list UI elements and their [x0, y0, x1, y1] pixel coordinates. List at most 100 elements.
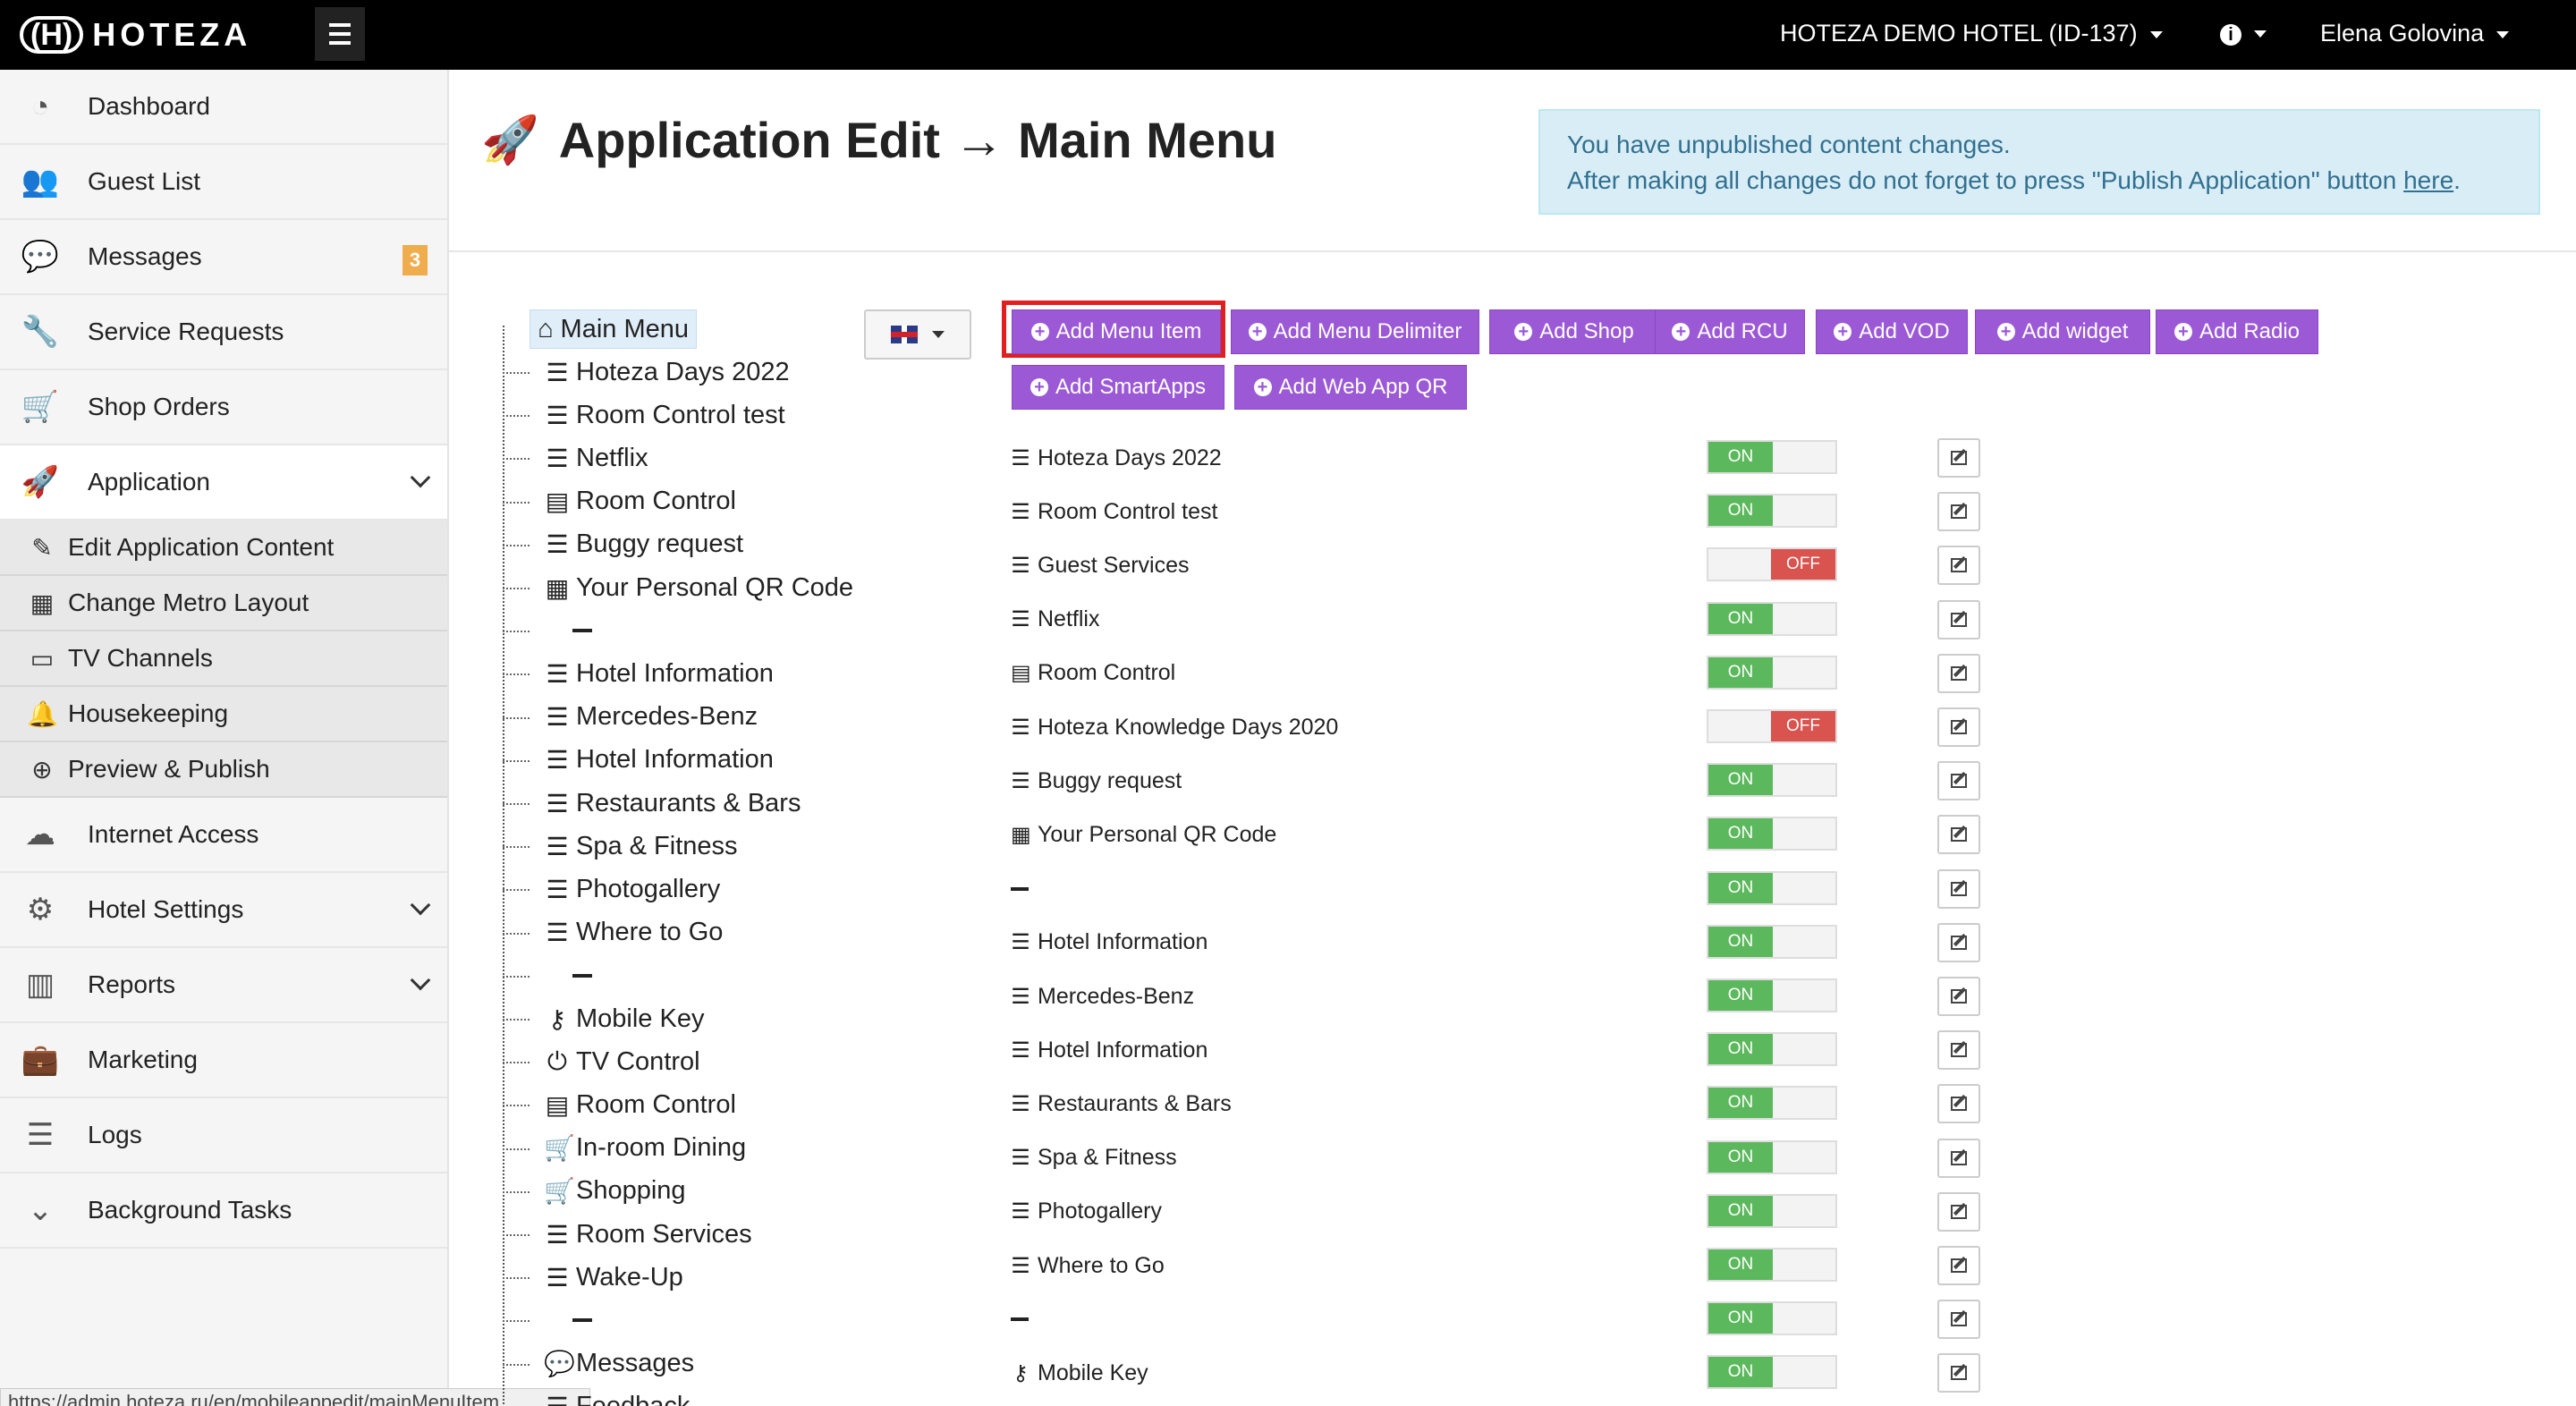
- sidebar-item-background-tasks[interactable]: ⌄ Background Tasks: [0, 1173, 447, 1249]
- visibility-toggle[interactable]: ON: [1707, 655, 1837, 690]
- tree-item[interactable]: ☰ Buggy request: [503, 527, 743, 563]
- sidebar-item-marketing[interactable]: 💼 Marketing: [0, 1023, 447, 1098]
- tree-item[interactable]: ☰ Wake-Up: [503, 1259, 683, 1295]
- visibility-toggle[interactable]: ON: [1707, 1032, 1837, 1067]
- tree-item[interactable]: ☰ Room Control test: [503, 397, 785, 433]
- tree-item[interactable]: ☰ Feedback: [544, 1389, 690, 1406]
- edit-item-button[interactable]: [1937, 1300, 1980, 1340]
- visibility-toggle[interactable]: ON: [1707, 924, 1837, 959]
- sidebar-subitem-tv-channels[interactable]: ▭ TV Channels: [0, 631, 447, 687]
- add-rcu-button[interactable]: + Add RCU: [1655, 309, 1805, 354]
- tree-item[interactable]: ☰ Mercedes-Benz: [503, 699, 758, 735]
- tree-delimiter[interactable]: [503, 613, 592, 648]
- add-web-app-qr-button[interactable]: + Add Web App QR: [1234, 365, 1467, 410]
- visibility-toggle[interactable]: ON: [1707, 978, 1837, 1012]
- edit-item-button[interactable]: [1937, 815, 1980, 855]
- tree-root-main-menu[interactable]: ⌂ Main Menu: [530, 309, 697, 349]
- edit-item-button[interactable]: [1937, 1191, 1980, 1232]
- visibility-toggle[interactable]: ON: [1707, 763, 1837, 798]
- edit-item-button[interactable]: [1937, 1084, 1980, 1124]
- edit-item-button[interactable]: [1937, 707, 1980, 747]
- add-vod-button[interactable]: + Add VOD: [1816, 309, 1968, 354]
- visibility-toggle[interactable]: ON: [1707, 1086, 1837, 1121]
- tree-item[interactable]: ☰ Netflix: [503, 440, 648, 476]
- edit-item-button[interactable]: [1937, 761, 1980, 801]
- add-menu-item-button[interactable]: + Add Menu Item: [1012, 309, 1221, 354]
- tree-item[interactable]: ☰ Hoteza Days 2022: [503, 354, 790, 390]
- tree-delimiter[interactable]: [503, 958, 592, 994]
- hotel-selector[interactable]: HOTEZA DEMO HOTEL (ID-137): [1780, 20, 2163, 47]
- tree-item[interactable]: ▤ Room Control: [503, 1087, 736, 1122]
- sidebar-item-application[interactable]: 🚀 Application: [0, 445, 447, 521]
- visibility-toggle[interactable]: ON: [1707, 1193, 1837, 1228]
- sidebar-item-hotel-settings[interactable]: ⚙ Hotel Settings: [0, 873, 447, 948]
- edit-item-button[interactable]: [1937, 653, 1980, 693]
- visibility-toggle[interactable]: ON: [1707, 601, 1837, 636]
- visibility-toggle[interactable]: ON: [1707, 1139, 1837, 1174]
- edit-item-button[interactable]: [1937, 1030, 1980, 1071]
- sidebar-item-internet-access[interactable]: ☁ Internet Access: [0, 798, 447, 873]
- edit-item-button[interactable]: [1937, 977, 1980, 1016]
- hamburger-menu-icon[interactable]: [315, 7, 365, 61]
- sidebar-item-logs[interactable]: ☰ Logs: [0, 1098, 447, 1173]
- tree-item[interactable]: 💬 Messages: [503, 1346, 695, 1382]
- tree-item[interactable]: ☰ Room Services: [503, 1216, 752, 1252]
- edit-item-button[interactable]: [1937, 1246, 1980, 1285]
- sidebar-subitem-edit-application-content[interactable]: ✎ Edit Application Content: [0, 521, 447, 576]
- tree-item[interactable]: 🛒 In-room Dining: [503, 1131, 746, 1166]
- edit-icon: [1951, 1204, 1967, 1219]
- alert-line-1: You have unpublished content changes.: [1567, 131, 2011, 158]
- user-menu[interactable]: Elena Golovina: [2320, 20, 2510, 47]
- info-menu[interactable]: i: [2220, 18, 2267, 47]
- edit-item-button[interactable]: [1937, 438, 1980, 478]
- tree-item-label: Netflix: [576, 443, 648, 472]
- edit-item-button[interactable]: [1937, 1138, 1980, 1178]
- edit-item-button[interactable]: [1937, 922, 1980, 962]
- visibility-toggle[interactable]: ON: [1707, 494, 1837, 529]
- tree-item[interactable]: ☰ Spa & Fitness: [503, 828, 738, 864]
- tree-item[interactable]: ☰ Where to Go: [503, 915, 723, 951]
- sidebar-subitem-change-metro-layout[interactable]: ▦ Change Metro Layout: [0, 576, 447, 631]
- language-selector[interactable]: [864, 309, 971, 360]
- edit-item-button[interactable]: [1937, 492, 1980, 532]
- visibility-toggle[interactable]: ON: [1707, 1248, 1837, 1282]
- sidebar-item-messages[interactable]: 💬 Messages 3: [0, 220, 447, 295]
- hoteza-logo[interactable]: (H) HOTEZA: [20, 13, 251, 57]
- sidebar-item-service-requests[interactable]: 🔧 Service Requests: [0, 295, 447, 370]
- visibility-toggle[interactable]: OFF: [1707, 709, 1837, 743]
- tree-branch: [503, 889, 530, 892]
- visibility-toggle[interactable]: ON: [1707, 817, 1837, 851]
- add-menu-delimiter-button[interactable]: + Add Menu Delimiter: [1231, 309, 1479, 354]
- visibility-toggle[interactable]: ON: [1707, 870, 1837, 905]
- add-widget-button[interactable]: + Add widget: [1975, 309, 2150, 354]
- tree-item[interactable]: 🛒 Shopping: [503, 1173, 686, 1209]
- sidebar-subitem-preview-publish[interactable]: ⊕ Preview & Publish: [0, 742, 447, 798]
- visibility-toggle[interactable]: OFF: [1707, 547, 1837, 582]
- sidebar-item-reports[interactable]: ▥ Reports: [0, 948, 447, 1023]
- tree-item[interactable]: ▦ Your Personal QR Code: [503, 570, 853, 606]
- tree-item[interactable]: ☰ Restaurants & Bars: [503, 785, 801, 821]
- publish-here-link[interactable]: here: [2403, 166, 2453, 194]
- tree-item[interactable]: ⚷ Mobile Key: [503, 1001, 704, 1037]
- sidebar-item-dashboard[interactable]: ◔ Dashboard: [0, 70, 447, 145]
- tree-item[interactable]: ☰ Hotel Information: [503, 742, 774, 778]
- edit-item-button[interactable]: [1937, 868, 1980, 909]
- tree-delimiter[interactable]: [503, 1302, 592, 1338]
- edit-item-button[interactable]: [1937, 1353, 1980, 1393]
- visibility-toggle[interactable]: ON: [1707, 1301, 1837, 1336]
- tree-item[interactable]: ☰ Photogallery: [503, 871, 720, 907]
- add-smartapps-button[interactable]: + Add SmartApps: [1012, 365, 1224, 410]
- sidebar-item-guest-list[interactable]: 👥 Guest List: [0, 145, 447, 220]
- sidebar-item-shop-orders[interactable]: 🛒 Shop Orders: [0, 370, 447, 445]
- tree-item[interactable]: ⏻ TV Control: [503, 1044, 700, 1080]
- sidebar-subitem-housekeeping[interactable]: 🔔 Housekeeping: [0, 687, 447, 742]
- add-radio-button[interactable]: + Add Radio: [2156, 309, 2318, 354]
- add-shop-button[interactable]: + Add Shop: [1489, 309, 1659, 354]
- visibility-toggle[interactable]: ON: [1707, 1355, 1837, 1390]
- tree-item-label: Messages: [576, 1349, 695, 1378]
- tree-item[interactable]: ☰ Hotel Information: [503, 656, 774, 691]
- edit-item-button[interactable]: [1937, 599, 1980, 639]
- tree-item[interactable]: ▤ Room Control: [503, 484, 736, 520]
- edit-item-button[interactable]: [1937, 546, 1980, 586]
- visibility-toggle[interactable]: ON: [1707, 440, 1837, 474]
